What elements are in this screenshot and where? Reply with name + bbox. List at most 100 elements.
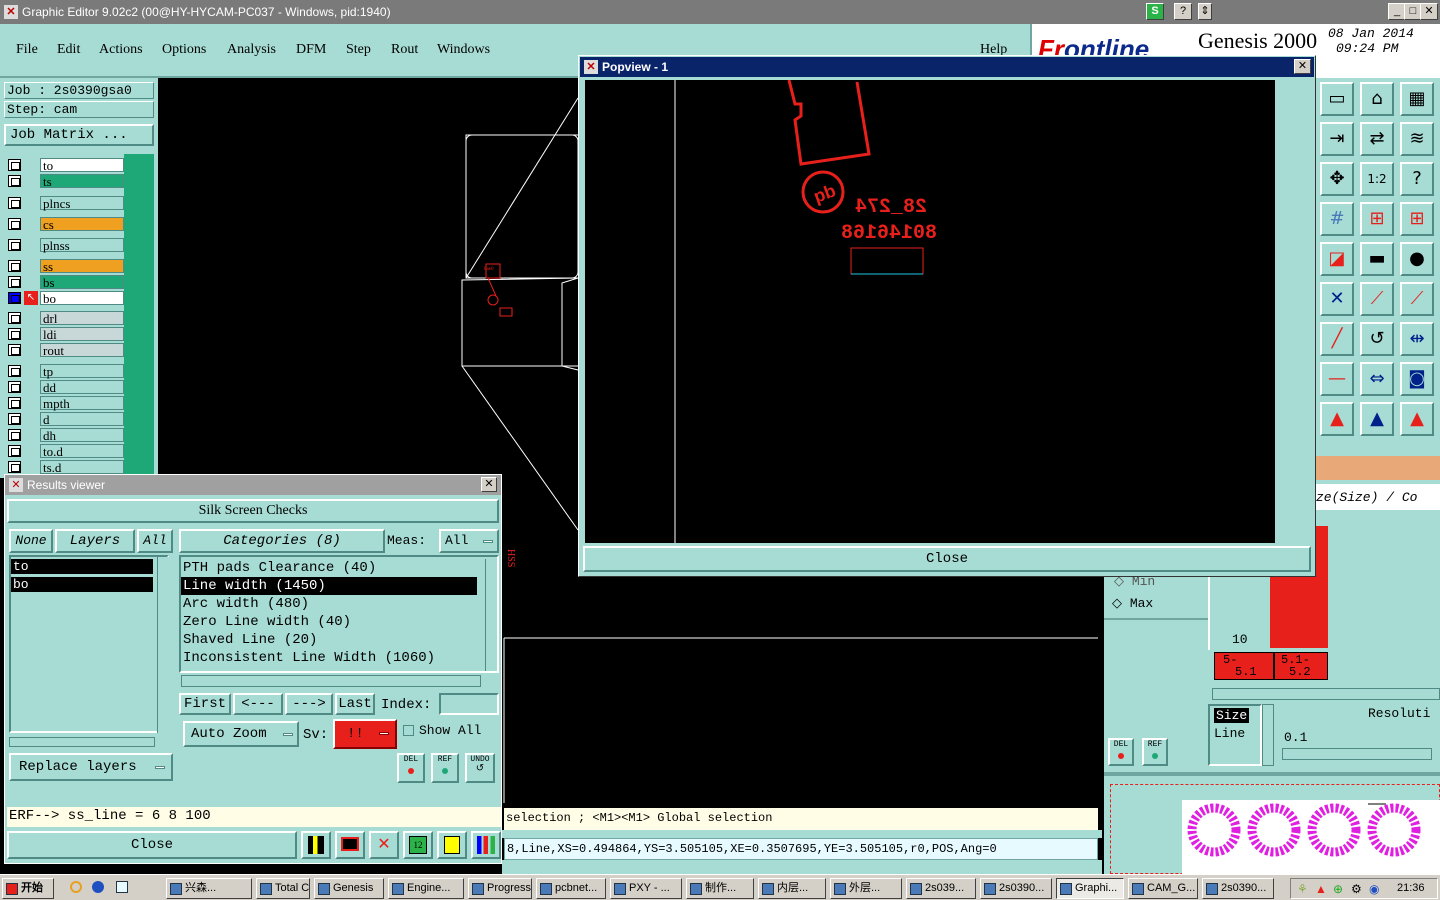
- layer-row-ss[interactable]: ss: [8, 259, 124, 273]
- tray-icon-5[interactable]: ◉: [1369, 882, 1379, 896]
- ref-button[interactable]: REF: [1142, 738, 1168, 766]
- results-close-button[interactable]: Close: [7, 831, 297, 859]
- mirror-icon[interactable]: ⇹: [1400, 322, 1434, 356]
- layer-row-plncs[interactable]: plncs: [8, 196, 124, 210]
- help-icon[interactable]: ?: [1174, 3, 1192, 20]
- layer-checkbox[interactable]: [8, 328, 21, 340]
- popview-close-icon[interactable]: ✕: [1294, 59, 1311, 74]
- popview-close-button[interactable]: Close: [583, 546, 1311, 572]
- bin-5.1-5.2[interactable]: 5.1- 5.2: [1274, 652, 1328, 680]
- symbol-preview[interactable]: [1182, 800, 1440, 874]
- taskbar-item[interactable]: PXY - ...: [610, 878, 682, 899]
- layer-row-ldi[interactable]: ldi: [8, 327, 124, 341]
- layer-list-scrollbar[interactable]: [157, 557, 169, 733]
- layer-scroll-area[interactable]: [124, 154, 154, 474]
- taskbar-item[interactable]: Progress: [468, 878, 532, 899]
- last-button[interactable]: Last: [335, 693, 375, 715]
- menu-windows[interactable]: Windows: [437, 42, 490, 58]
- layer-checkbox[interactable]: [8, 159, 21, 171]
- previous-button[interactable]: <---: [233, 693, 283, 715]
- taskbar-item[interactable]: Genesis: [314, 878, 384, 899]
- show-all-checkbox[interactable]: [403, 725, 414, 736]
- tray-icon-2[interactable]: ▲: [1315, 882, 1327, 896]
- home-icon[interactable]: ⌂: [1360, 82, 1394, 116]
- del-button[interactable]: DEL: [1108, 738, 1134, 766]
- layer-row-dh[interactable]: dh: [8, 428, 124, 442]
- size-tab[interactable]: Size: [1214, 708, 1250, 723]
- layer-checkbox[interactable]: [8, 381, 21, 393]
- swap-icon[interactable]: ⇄: [1360, 122, 1394, 156]
- layer-row-drl[interactable]: drl: [8, 311, 124, 325]
- results-viewer-title-bar[interactable]: ✕ Results viewer ✕: [5, 475, 501, 495]
- menu-dfm[interactable]: DFM: [296, 42, 326, 58]
- layer-row-cs[interactable]: cs: [8, 217, 124, 231]
- layer-row-dd[interactable]: dd: [8, 380, 124, 394]
- triangle-edit-icon[interactable]: ▲: [1400, 402, 1434, 436]
- notes-tool-icon[interactable]: [437, 831, 467, 859]
- layer-row-to[interactable]: to: [8, 158, 124, 172]
- layer-checkbox[interactable]: [8, 312, 21, 324]
- layer-checkbox[interactable]: [8, 461, 21, 473]
- category-item[interactable]: Shaved Line (20): [181, 631, 477, 649]
- popview-title-bar[interactable]: ✕ Popview - 1: [580, 57, 1314, 77]
- category-item[interactable]: Line width (1450): [181, 577, 477, 595]
- replace-layers-select[interactable]: Replace layers: [9, 753, 173, 781]
- category-item[interactable]: Zero Line width (40): [181, 613, 477, 631]
- categories-hscrollbar[interactable]: [181, 675, 481, 687]
- categories-button[interactable]: Categories (8): [179, 529, 385, 553]
- open-step-icon[interactable]: ▭: [1320, 82, 1354, 116]
- menu-rout[interactable]: Rout: [391, 42, 418, 58]
- taskbar-item[interactable]: 兴森...: [166, 878, 252, 899]
- ratio-icon[interactable]: 1:2: [1360, 162, 1394, 196]
- layer-result-bo[interactable]: bo: [11, 577, 153, 592]
- close-icon[interactable]: ✕: [481, 477, 497, 492]
- triangle-icon[interactable]: ▲: [1320, 402, 1354, 436]
- next-button[interactable]: --->: [285, 693, 333, 715]
- menu-step[interactable]: Step: [346, 42, 371, 58]
- taskbar-item[interactable]: 制作...: [686, 878, 754, 899]
- taskbar-item[interactable]: Graphi...: [1056, 878, 1124, 899]
- auto-zoom-select[interactable]: Auto Zoom: [183, 721, 299, 747]
- none-button[interactable]: None: [9, 529, 53, 553]
- meas-select[interactable]: All: [439, 529, 499, 553]
- layer-row-ts[interactable]: ts: [8, 174, 124, 188]
- layer-row-tp[interactable]: tp: [8, 364, 124, 378]
- menu-analysis[interactable]: Analysis: [227, 42, 276, 58]
- cross-icon[interactable]: ✕: [1320, 282, 1354, 316]
- layer-checkbox[interactable]: [8, 292, 21, 304]
- taskbar-item[interactable]: 2s0390...: [980, 878, 1052, 899]
- window-icon[interactable]: ▦: [1400, 82, 1434, 116]
- ruler-icon[interactable]: ▬: [1360, 242, 1394, 276]
- layer-checkbox[interactable]: [8, 218, 21, 230]
- layer-checkbox[interactable]: [8, 445, 21, 457]
- layer-row-bs[interactable]: bs: [8, 275, 124, 289]
- bars-tool-icon[interactable]: [301, 831, 331, 859]
- index-input[interactable]: [439, 693, 499, 715]
- taskbar-item[interactable]: 内层...: [758, 878, 826, 899]
- categories-scrollbar[interactable]: [485, 559, 497, 671]
- taskbar-item[interactable]: 2s0390...: [1202, 878, 1274, 899]
- slice-icon[interactable]: —: [1320, 362, 1354, 396]
- close-window-button[interactable]: ✕: [1420, 3, 1438, 20]
- resolution-value[interactable]: 0.1: [1284, 730, 1307, 745]
- triangle-alt-icon[interactable]: ▲: [1360, 402, 1394, 436]
- taskbar-item[interactable]: 外层...: [830, 878, 902, 899]
- layer-checkbox[interactable]: [8, 197, 21, 209]
- popview-canvas[interactable]: pb 28_274 80146168: [585, 80, 1275, 543]
- measure-icon[interactable]: ⇔: [1360, 362, 1394, 396]
- size-list-scrollbar[interactable]: [1262, 704, 1274, 766]
- max-option[interactable]: ◇ Max: [1112, 596, 1153, 611]
- ref-button[interactable]: REF: [431, 753, 459, 783]
- category-item[interactable]: PTH pads Clearance (40): [181, 559, 477, 577]
- layer-checkbox[interactable]: [8, 239, 21, 251]
- snap-icon[interactable]: ⊞: [1360, 202, 1394, 236]
- tray-icon-1[interactable]: ⚘: [1297, 882, 1308, 896]
- wave-icon[interactable]: ≋: [1400, 122, 1434, 156]
- layer-checkbox[interactable]: [8, 276, 21, 288]
- category-item[interactable]: Inconsistent Line Width (1060): [181, 649, 477, 667]
- import-icon[interactable]: ⇥: [1320, 122, 1354, 156]
- del-button[interactable]: DEL: [397, 753, 425, 783]
- line-icon[interactable]: ╱: [1320, 322, 1354, 356]
- move-icon[interactable]: ✥: [1320, 162, 1354, 196]
- shapes-icon[interactable]: ◙: [1400, 362, 1434, 396]
